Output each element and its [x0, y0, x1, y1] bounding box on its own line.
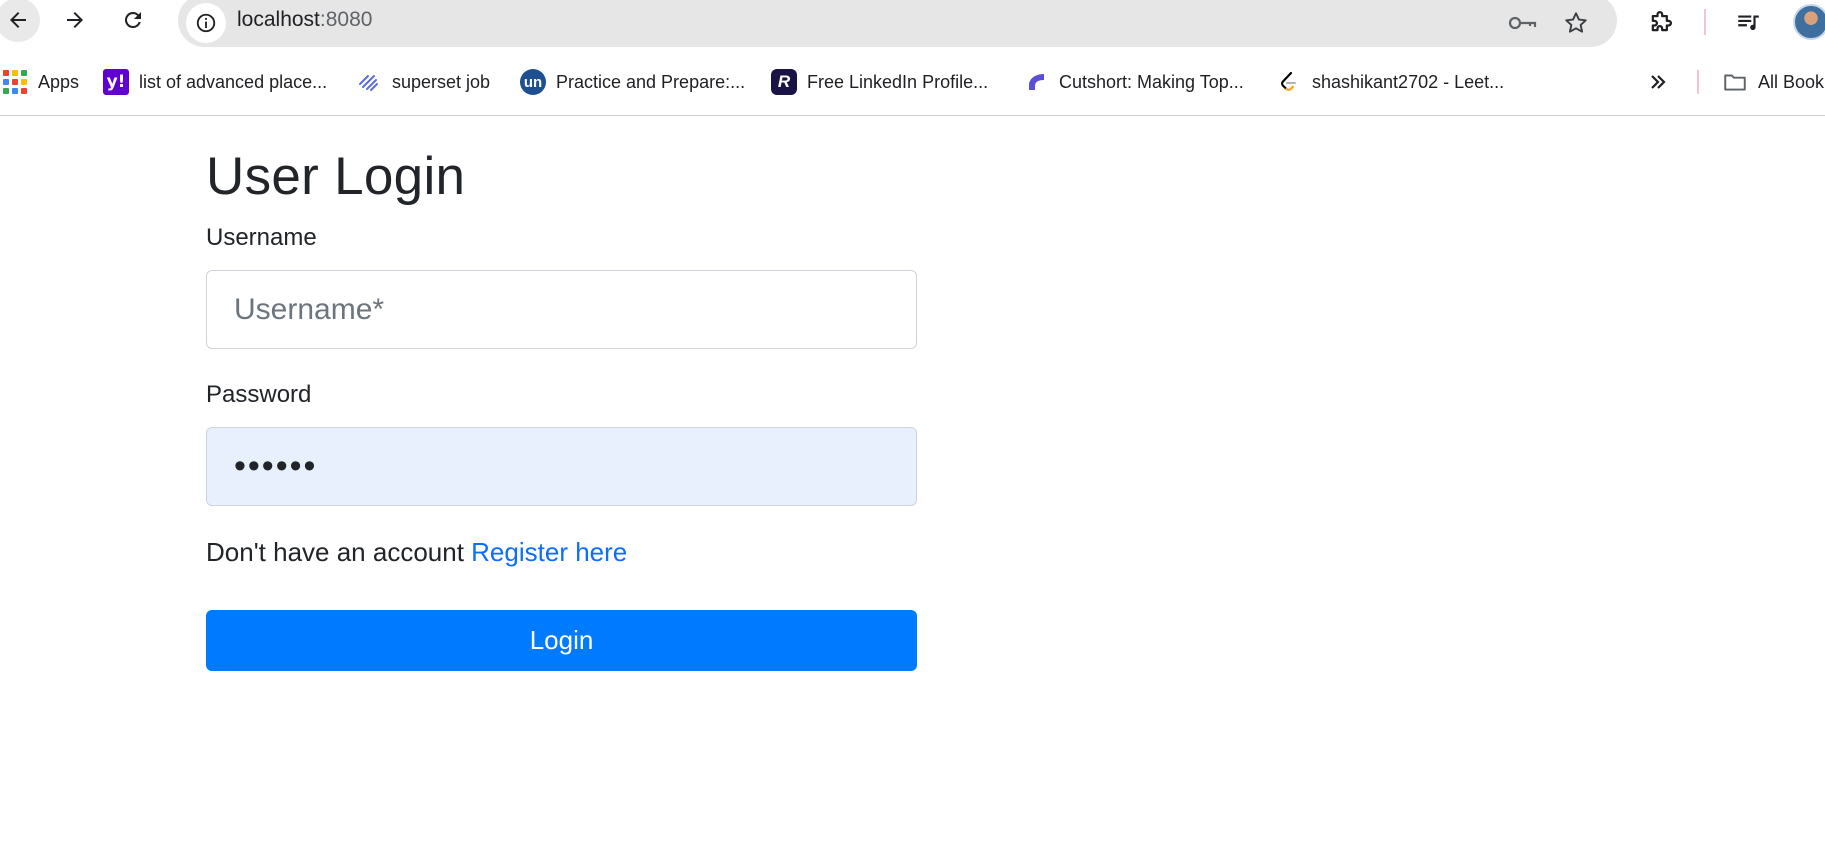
url-port: :8080 [319, 8, 373, 31]
password-key-icon[interactable] [1508, 8, 1538, 38]
arrow-right-icon [67, 12, 83, 28]
toolbar-divider [1704, 9, 1706, 35]
url-text[interactable]: localhost:8080 [237, 8, 372, 32]
bookmark-cutshort[interactable]: Cutshort: Making Top... [1023, 60, 1244, 104]
bookmark-star-icon[interactable] [1561, 8, 1591, 38]
bookmark-linkedin-profile[interactable]: R Free LinkedIn Profile... [771, 60, 988, 104]
login-button[interactable]: Login [206, 610, 917, 671]
leetcode-icon [1276, 69, 1302, 95]
resume-r-icon: R [771, 69, 797, 95]
register-prompt-text: Don't have an account [206, 537, 464, 567]
url-host: localhost [237, 8, 320, 31]
bookmark-label: All Book [1758, 71, 1825, 92]
username-label: Username [206, 224, 317, 251]
media-queue-icon[interactable] [1732, 6, 1764, 38]
bookmarks-bar: Apps y! list of advanced place... supers… [0, 60, 1825, 104]
password-masked-value: •••••• [234, 447, 318, 485]
reload-button[interactable] [111, 0, 155, 42]
unstop-icon: un [520, 69, 546, 95]
bookmark-label: Practice and Prepare:... [556, 71, 746, 92]
bookmarks-overflow-button[interactable] [1646, 60, 1670, 104]
cutshort-icon [1023, 69, 1049, 95]
bookmark-apps[interactable]: Apps [2, 60, 79, 104]
bookmark-label: Apps [38, 71, 80, 92]
extensions-puzzle-icon[interactable] [1645, 6, 1677, 38]
all-bookmarks-folder[interactable]: All Book [1722, 60, 1824, 104]
back-button[interactable] [0, 0, 40, 42]
register-prompt: Don't have an account Register here [206, 537, 627, 568]
arrow-left-icon [10, 12, 26, 28]
login-page: User Login Username Password •••••• Don'… [0, 116, 1825, 854]
bookmark-label: Free LinkedIn Profile... [807, 71, 989, 92]
page-title: User Login [206, 147, 466, 206]
double-chevron-right-icon [1651, 75, 1666, 89]
profile-avatar[interactable] [1793, 4, 1825, 40]
bookmark-label: shashikant2702 - Leet... [1312, 71, 1505, 92]
info-icon [196, 13, 216, 33]
bookmark-yahoo[interactable]: y! list of advanced place... [103, 60, 327, 104]
bookmark-label: Cutshort: Making Top... [1059, 71, 1244, 92]
yahoo-icon: y! [103, 69, 129, 95]
bookmark-unstop[interactable]: un Practice and Prepare:... [520, 60, 745, 104]
bookmark-superset[interactable]: superset job [356, 60, 490, 104]
bookmark-label: list of advanced place... [139, 71, 328, 92]
register-link[interactable]: Register here [471, 537, 627, 567]
site-info-button[interactable] [186, 3, 226, 43]
bookmark-leetcode[interactable]: shashikant2702 - Leet... [1276, 60, 1504, 104]
bookmarks-divider [1697, 70, 1699, 94]
reload-icon [124, 11, 141, 28]
forward-button[interactable] [53, 0, 97, 42]
browser-toolbar: localhost:8080 [0, 0, 1825, 47]
superset-icon [356, 69, 382, 95]
address-bar[interactable]: localhost:8080 [178, 0, 1617, 47]
password-label: Password [206, 381, 312, 408]
username-input[interactable] [206, 270, 917, 349]
password-input[interactable]: •••••• [206, 427, 917, 506]
bookmark-label: superset job [392, 71, 491, 92]
folder-icon [1722, 69, 1748, 95]
apps-grid-icon [2, 69, 28, 95]
